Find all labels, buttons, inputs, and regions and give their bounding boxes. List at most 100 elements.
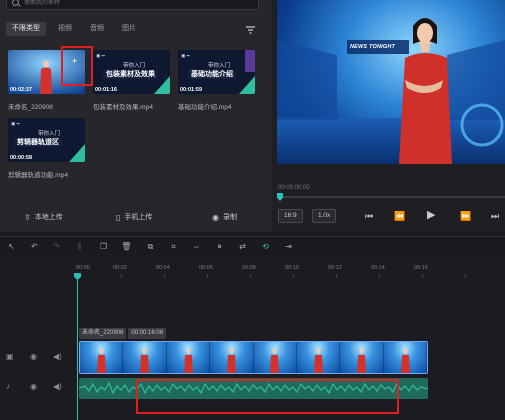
ruler-label: 00:02 [113, 265, 127, 271]
delete-icon[interactable]: 🗑 [121, 241, 132, 252]
ruler-label: 00:12 [328, 265, 342, 271]
media-thumbnail-tutorial[interactable]: ▣ ▪▪ 带你入门 剪辑器轨道区 00:00:58 [8, 118, 85, 162]
brand-mark: ▣ ▪▪ [96, 53, 105, 58]
search-input[interactable] [24, 0, 254, 8]
clip-duration: 00:00:16:08 [128, 328, 167, 339]
media-duration: 00:02:37 [10, 87, 33, 93]
export-frame-icon[interactable]: ⇥ [283, 241, 294, 252]
play-icon[interactable]: ▶ [427, 210, 435, 221]
decor-corner [69, 144, 85, 162]
skip-start-icon[interactable]: ⏮ [365, 211, 373, 221]
progress-track[interactable] [278, 196, 505, 198]
media-duration: 00:00:58 [10, 155, 33, 161]
upload-icon: ⇪ [24, 212, 31, 222]
tab-image[interactable]: 图片 [116, 22, 142, 36]
redo-icon[interactable]: ↷ [51, 241, 62, 252]
phone-upload-button[interactable]: ▯ 手机上传 [116, 212, 152, 222]
select-tool-icon[interactable]: ↖ [6, 241, 17, 252]
ruler-label: 00:10 [285, 265, 299, 271]
phone-upload-label: 手机上传 [124, 214, 153, 221]
ruler-tick [422, 274, 423, 277]
edit-toolbar: ↖ ↶ ↷ ⫼ ❐ 🗑 ⧉ ⌗ ⇔ ⏸ ⇄ ⟲ ⇥ [0, 236, 505, 256]
crop-icon[interactable]: ⌗ [168, 241, 179, 252]
rewind-icon[interactable]: ⏪ [394, 211, 405, 221]
time-ruler[interactable]: 00:00 00:02 00:04 00:06 00:08 00:10 00:1… [76, 265, 505, 277]
brand-mark: ▣ ▪▪ [11, 121, 20, 126]
fast-forward-icon[interactable]: ⏩ [460, 211, 471, 221]
local-upload-button[interactable]: ⇪ 本地上传 [24, 212, 63, 222]
video-track-header: ▣ ◉ ◀) [0, 341, 76, 375]
mask-icon[interactable]: ⧉ [145, 241, 156, 252]
progress-handle[interactable] [277, 193, 283, 201]
ruler-label: 00:04 [156, 265, 170, 271]
news-studio-scene [277, 18, 505, 164]
anchor-figure [313, 348, 323, 373]
thumbnail-caption: 带你入门 [208, 63, 231, 69]
tab-video[interactable]: 视频 [52, 22, 78, 36]
ruler-tick [379, 274, 380, 277]
audio-track-header: ♪ ◉ ◀) [0, 371, 76, 405]
video-clip[interactable] [79, 341, 428, 374]
brand-mark: ▣ ▪▪ [181, 53, 190, 58]
thumbnail-caption: 带你入门 [38, 131, 61, 137]
record-label: 录制 [222, 214, 237, 221]
anchor-figure [140, 348, 150, 373]
clip-frame [253, 342, 297, 373]
clip-name: 未命名_220908 [79, 328, 127, 339]
volume-icon[interactable]: ◀) [53, 382, 62, 391]
clip-frame [123, 342, 167, 373]
clip-frame [340, 342, 384, 373]
camera-icon: ▣ [6, 352, 14, 361]
aspect-ratio-button[interactable]: 16:9 [278, 209, 303, 223]
video-preview: NEWS TONIGHT [277, 0, 505, 164]
anchor-figure [96, 348, 106, 373]
media-type-tabs: 不限类型 视频 音频 图片 [6, 22, 148, 36]
thumbnail-caption: 带你入门 [123, 63, 146, 69]
clip-frame [80, 342, 124, 373]
thumbnail-title: 基础功能介绍 [188, 70, 236, 79]
media-duration: 00:01:59 [180, 87, 203, 93]
media-name: 基础功能介绍.mp4 [178, 104, 232, 111]
undo-icon[interactable]: ↶ [29, 241, 40, 252]
music-note-icon: ♪ [6, 382, 10, 391]
record-icon: ◉ [212, 212, 219, 222]
ruler-tick [164, 274, 165, 277]
ruler-label: 00:08 [242, 265, 256, 271]
media-name: 包装素材及效果.mp4 [93, 104, 153, 111]
eye-icon[interactable]: ◉ [30, 382, 37, 391]
flip-icon[interactable]: ⇔ [191, 241, 202, 252]
decor-corner [154, 76, 170, 94]
ruler-tick [250, 274, 251, 277]
auto-align-icon[interactable]: ⟲ [260, 241, 271, 252]
copy-icon[interactable]: ❐ [98, 241, 109, 252]
media-library-panel: 不限类型 视频 音频 图片 00:02:37 + 未命名_220908 ▣ ▪▪… [0, 0, 272, 232]
ruler-tick [293, 274, 294, 277]
eye-icon[interactable]: ◉ [30, 352, 37, 361]
selection-highlight [136, 379, 399, 414]
media-thumbnail-tutorial[interactable]: ▣ ▪▪ 带你入门 基础功能介绍 00:01:59 [178, 50, 255, 94]
search-box[interactable] [6, 0, 259, 10]
replace-icon[interactable]: ⇄ [237, 241, 248, 252]
media-duration: 00:01:16 [95, 87, 118, 93]
clip-info: 未命名_220908 00:00:16:08 [79, 328, 167, 339]
anchor-figure [357, 348, 367, 373]
media-thumbnail-tutorial[interactable]: ▣ ▪▪ 带你入门 包装素材及效果 00:01:16 [93, 50, 170, 94]
playhead-line[interactable] [77, 280, 78, 420]
preview-panel: NEWS TONIGHT 00:00:00:00 16:9 1.0x ⏮ ⏪ ▶… [272, 0, 505, 232]
filter-icon[interactable] [246, 26, 255, 34]
search-icon [12, 0, 19, 6]
tab-audio[interactable]: 音频 [84, 22, 110, 36]
freeze-icon[interactable]: ⏸ [214, 241, 225, 252]
volume-icon[interactable]: ◀) [53, 352, 62, 361]
ruler-label: 00:14 [371, 265, 385, 271]
skip-end-icon[interactable]: ⏭ [491, 211, 499, 221]
record-button[interactable]: ◉ 录制 [212, 212, 237, 222]
anchor-figure [400, 348, 410, 373]
speed-button[interactable]: 1.0x [312, 209, 337, 223]
news-banner-text: NEWS TONIGHT [350, 44, 396, 50]
split-icon[interactable]: ⫼ [74, 241, 85, 252]
upload-bar: ⇪ 本地上传 ▯ 手机上传 ◉ 录制 [0, 206, 272, 226]
clip-frame [296, 342, 341, 373]
playback-controls: 16:9 1.0x ⏮ ⏪ ▶ ⏩ ⏭ [272, 206, 505, 226]
tab-all-types[interactable]: 不限类型 [6, 22, 46, 36]
